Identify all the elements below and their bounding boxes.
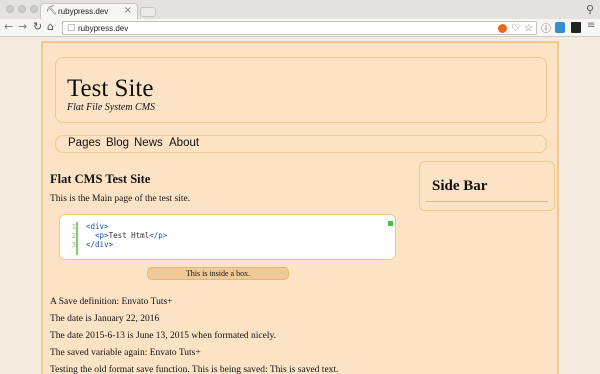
close-window-button[interactable]: [6, 5, 14, 13]
new-tab-button[interactable]: [140, 7, 156, 17]
page-viewport: Test Site Flat File System CMS Pages Blo…: [0, 37, 600, 374]
nav-link-pages[interactable]: Pages: [68, 137, 101, 149]
content-paragraph: A Save definition: Envato Tuts+: [50, 297, 173, 307]
site-nav: Pages Blog News About: [55, 135, 547, 153]
page-icon: ▢: [67, 23, 76, 33]
browser-tabstrip: ⛏ rubypress.dev × ⚲: [0, 0, 600, 19]
content-paragraph: The date 2015-6-13 is June 13, 2015 when…: [50, 331, 277, 341]
code-gutter: 1 2 3: [68, 222, 78, 255]
code-line: <p>Test Html</p>: [86, 231, 168, 240]
content-paragraph: Testing the old format save function. Th…: [50, 365, 339, 374]
extension-blue-icon[interactable]: [555, 22, 565, 33]
star-icon[interactable]: ☆: [524, 23, 533, 34]
code-line-number: 1: [71, 223, 76, 231]
browser-toolbar: ← → ↻ ⌂ ▢ rubypress.dev ♡ ☆ ⓘ ≡: [0, 19, 600, 37]
site-title: Test Site: [67, 75, 154, 102]
code-line: </div>: [86, 240, 114, 249]
content-paragraph: The saved variable again: Envato Tuts+: [50, 348, 201, 358]
page-container: Test Site Flat File System CMS Pages Blo…: [41, 41, 559, 374]
sidebar-title: Side Bar: [432, 178, 488, 194]
site-header: Test Site Flat File System CMS: [55, 57, 547, 123]
back-icon[interactable]: ←: [4, 20, 13, 33]
address-bar[interactable]: ▢ rubypress.dev ♡ ☆: [62, 21, 537, 35]
nav-link-news[interactable]: News: [134, 137, 163, 149]
code-line-number: 3: [71, 241, 76, 249]
code-block: 1 2 3 <div> <p>Test Html</p> </div>: [59, 214, 396, 260]
sidebar-divider: [426, 201, 548, 202]
main-title: Flat CMS Test Site: [50, 172, 151, 186]
zoom-window-button[interactable]: [30, 5, 38, 13]
tab-title: rubypress.dev: [58, 7, 109, 16]
extension-dark-icon[interactable]: [571, 22, 581, 33]
code-line-number: 2: [71, 232, 76, 240]
nav-link-blog[interactable]: Blog: [106, 137, 129, 149]
browser-tab[interactable]: ⛏ rubypress.dev ×: [40, 3, 138, 19]
info-icon[interactable]: ⓘ: [541, 20, 551, 35]
nav-link-about[interactable]: About: [169, 137, 199, 149]
ruby-favicon-icon: ⛏: [46, 6, 58, 16]
heart-icon[interactable]: ♡: [511, 23, 520, 34]
code-copy-icon[interactable]: [388, 221, 393, 226]
address-bar-url: rubypress.dev: [78, 24, 129, 33]
site-subtitle: Flat File System CMS: [67, 102, 156, 113]
forward-icon[interactable]: →: [18, 20, 27, 33]
home-icon[interactable]: ⌂: [47, 20, 54, 33]
minimize-window-button[interactable]: [18, 5, 26, 13]
extension-orange-icon[interactable]: [498, 24, 507, 33]
inside-box: This is inside a box.: [147, 267, 289, 280]
reload-icon[interactable]: ↻: [33, 20, 42, 33]
sidebar: Side Bar: [419, 161, 555, 211]
tab-close-icon[interactable]: ×: [124, 5, 132, 16]
content-paragraph: The date is January 22, 2016: [50, 314, 160, 324]
profile-icon[interactable]: ⚲: [586, 3, 594, 16]
menu-icon[interactable]: ≡: [587, 20, 595, 31]
code-line: <div>: [86, 222, 109, 231]
main-intro: This is the Main page of the test site.: [50, 194, 191, 204]
